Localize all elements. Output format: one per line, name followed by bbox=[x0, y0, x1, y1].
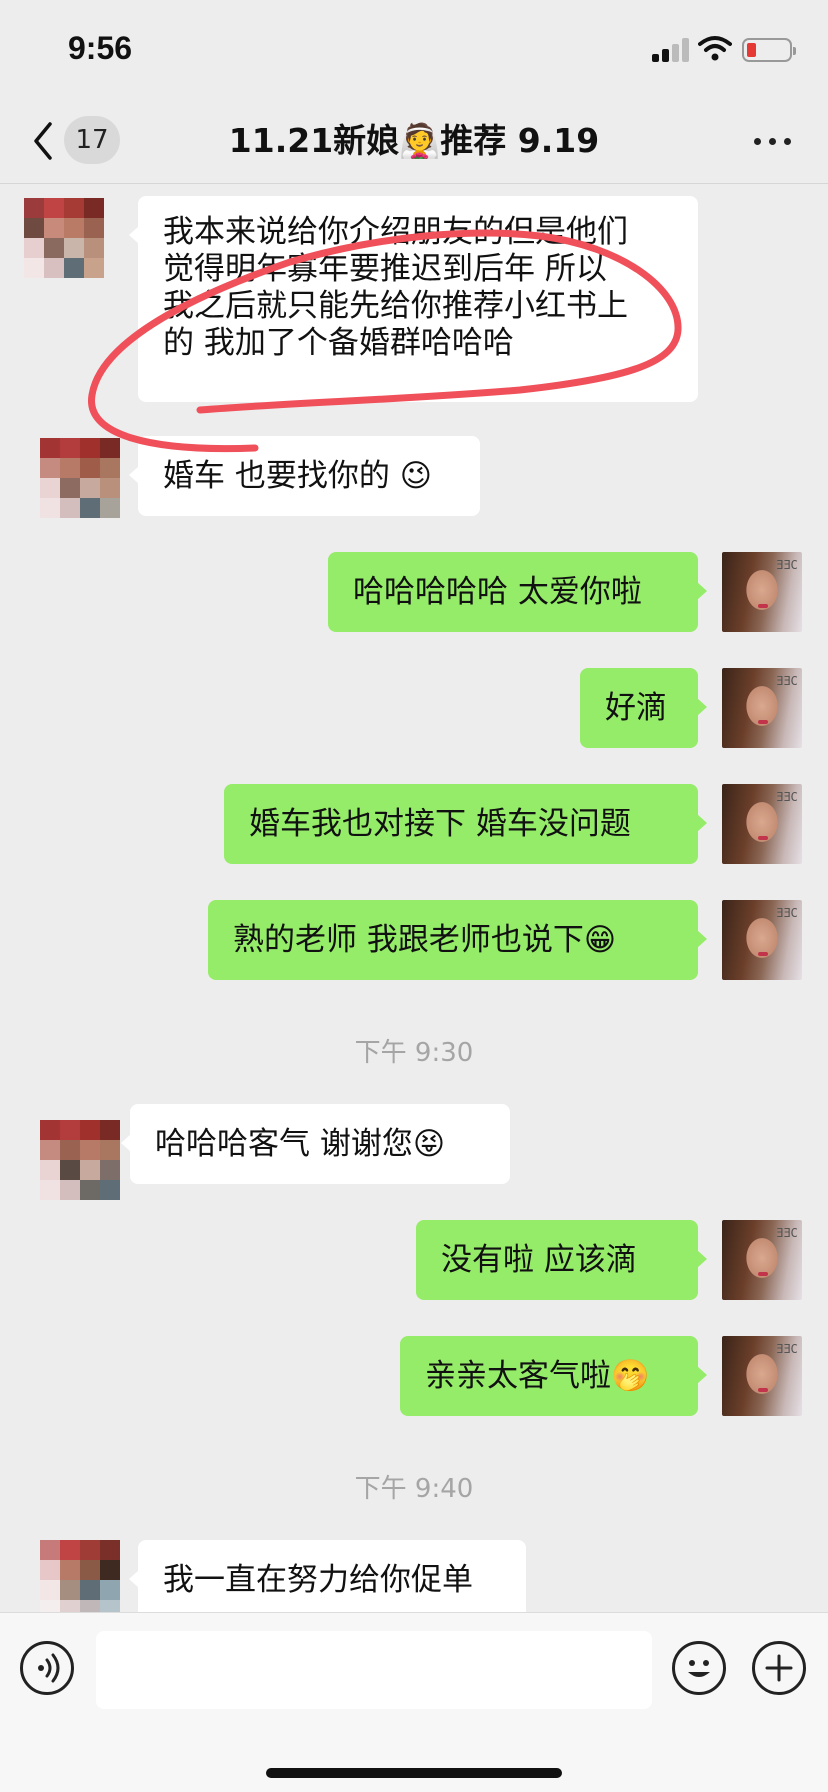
self-avatar[interactable]: ƎƎC bbox=[722, 784, 802, 864]
self-avatar[interactable]: ƎƎC bbox=[722, 1220, 802, 1300]
message-bubble-outgoing[interactable]: 哈哈哈哈哈 太爱你啦 bbox=[328, 552, 707, 632]
message-input[interactable] bbox=[96, 1631, 652, 1709]
self-avatar[interactable]: ƎƎC bbox=[722, 1336, 802, 1416]
message-timestamp: 下午 9:40 bbox=[354, 1474, 474, 1504]
message-timestamp: 下午 9:30 bbox=[354, 1038, 474, 1068]
input-bar bbox=[0, 1612, 828, 1792]
emoji-icon[interactable] bbox=[672, 1641, 726, 1695]
home-indicator[interactable] bbox=[266, 1768, 562, 1778]
voice-icon[interactable] bbox=[20, 1641, 74, 1695]
message-bubble-outgoing[interactable]: 亲亲太客气啦🤭 bbox=[400, 1336, 707, 1416]
self-avatar[interactable]: ƎƎC bbox=[722, 900, 802, 980]
message-bubble-outgoing[interactable]: 好滴 bbox=[580, 668, 707, 748]
plus-icon[interactable] bbox=[752, 1641, 806, 1695]
message-text-line: 我之后就只能先给你推荐小红书上 bbox=[163, 288, 628, 324]
message-bubble-incoming[interactable]: 婚车 也要找你的 😉 bbox=[129, 436, 480, 516]
message-text-line: 的 我加了个备婚群哈哈哈 bbox=[163, 325, 514, 361]
message-bubble-incoming[interactable]: 我本来说给你介绍朋友的但是他们 觉得明年寡年要推迟到后年 所以 我之后就只能先给… bbox=[129, 196, 698, 402]
self-avatar[interactable]: ƎƎC bbox=[722, 668, 802, 748]
message-bubble-outgoing[interactable]: 没有啦 应该滴 bbox=[416, 1220, 707, 1300]
contact-avatar[interactable] bbox=[40, 1120, 120, 1200]
self-avatar[interactable]: ƎƎC bbox=[722, 552, 802, 632]
battery-icon bbox=[742, 38, 796, 62]
contact-avatar[interactable] bbox=[40, 1540, 120, 1620]
contact-avatar[interactable] bbox=[24, 198, 104, 278]
message-bubble-outgoing[interactable]: 熟的老师 我跟老师也说下😁 bbox=[208, 900, 707, 980]
message-text-line: 觉得明年寡年要推迟到后年 所以 bbox=[163, 251, 607, 287]
signal-icon bbox=[652, 38, 690, 62]
contact-avatar[interactable] bbox=[40, 438, 120, 518]
message-bubble-outgoing[interactable]: 婚车我也对接下 婚车没问题 bbox=[224, 784, 707, 864]
message-bubble-incoming[interactable]: 哈哈哈客气 谢谢您😝 bbox=[121, 1104, 510, 1184]
status-bar: 9:56 bbox=[0, 0, 828, 100]
message-bubble-incoming[interactable]: 我一直在努力给你促单 bbox=[129, 1540, 526, 1620]
chat-header: 17 11.21新娘👰推荐 9.19 bbox=[0, 100, 828, 184]
status-time: 9:56 bbox=[68, 30, 133, 66]
more-dots-icon[interactable] bbox=[748, 120, 798, 160]
chat-title: 11.21新娘👰推荐 9.19 bbox=[228, 121, 600, 160]
message-text-line: 我本来说给你介绍朋友的但是他们 bbox=[163, 214, 628, 250]
wifi-icon bbox=[698, 36, 732, 61]
